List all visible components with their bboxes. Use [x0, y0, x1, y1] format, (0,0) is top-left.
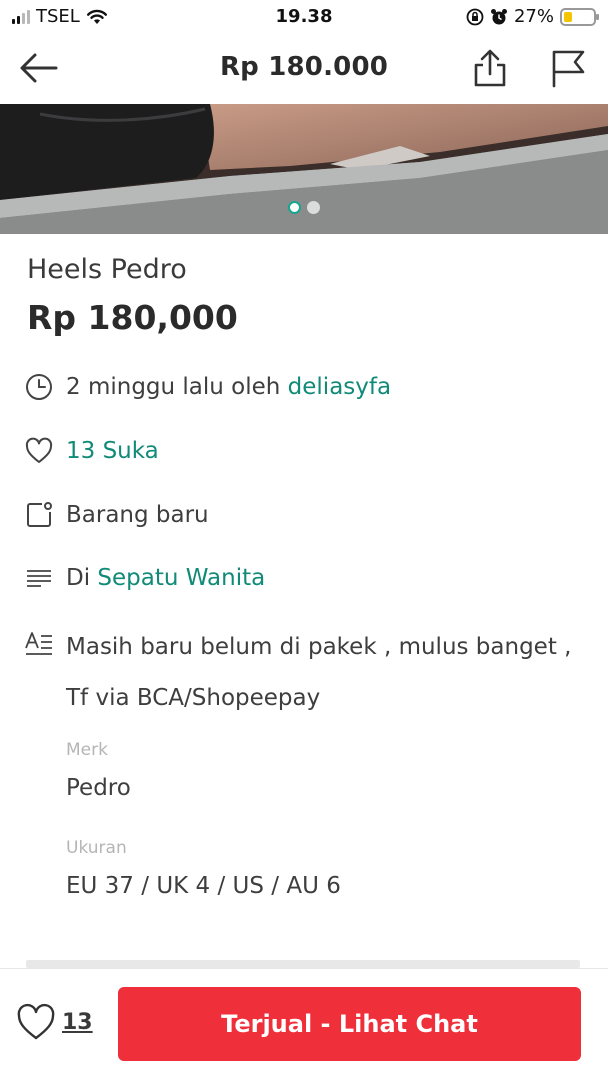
product-title: Heels Pedro: [27, 254, 187, 285]
product-photo: [0, 104, 608, 234]
status-bar: TSEL 19.38 27%: [0, 0, 608, 34]
likes-link[interactable]: 13 Suka: [66, 438, 159, 464]
status-right: 27%: [466, 6, 599, 27]
condition-row: Barang baru: [24, 500, 209, 530]
size-label: Ukuran: [66, 838, 127, 858]
size-value: EU 37 / UK 4 / US / AU 6: [66, 873, 341, 899]
category-link[interactable]: Sepatu Wanita: [97, 565, 265, 591]
clock-icon: [26, 374, 52, 400]
heart-outline-icon[interactable]: [16, 1003, 56, 1041]
brand-label: Merk: [66, 740, 108, 760]
posted-text: 2 minggu lalu oleh: [66, 374, 288, 400]
brand-value: Pedro: [66, 775, 131, 801]
flag-icon[interactable]: [548, 48, 588, 88]
sold-view-chat-button[interactable]: Terjual - Lihat Chat: [118, 987, 581, 1061]
carousel-dot-2[interactable]: [307, 201, 320, 214]
like-button[interactable]: 13: [16, 1003, 93, 1041]
heart-icon: [25, 437, 53, 463]
section-divider: [26, 960, 580, 968]
battery-percent: 27%: [513, 6, 554, 27]
orientation-lock-icon: [466, 8, 484, 25]
category-row: Di Sepatu Wanita: [24, 563, 265, 593]
posted-row: 2 minggu lalu oleh deliasyfa: [24, 372, 391, 402]
list-icon: [27, 570, 51, 587]
category-prefix: Di: [66, 565, 98, 591]
header: Rp 180.000: [0, 34, 608, 104]
product-price: Rp 180,000: [27, 298, 238, 337]
like-count[interactable]: 13: [62, 1010, 93, 1035]
battery-icon: [560, 7, 599, 26]
battery-level: [564, 11, 572, 22]
alarm-icon: [490, 8, 507, 24]
carousel-dot-1[interactable]: [288, 201, 301, 214]
product-image[interactable]: [0, 104, 608, 234]
likes-row: 13 Suka: [24, 436, 159, 466]
carousel-dots[interactable]: [0, 201, 608, 214]
page-title: Rp 180.000: [219, 52, 389, 82]
share-icon[interactable]: [470, 48, 510, 88]
seller-link[interactable]: deliasyfa: [288, 374, 391, 400]
condition-text: Barang baru: [66, 502, 209, 528]
condition-tag-icon: [27, 502, 52, 527]
bottom-action-bar: 13 Terjual - Lihat Chat: [0, 968, 608, 1080]
product-description: Masih baru belum di pakek , mulus banget…: [66, 634, 572, 711]
description-icon: [25, 632, 52, 655]
